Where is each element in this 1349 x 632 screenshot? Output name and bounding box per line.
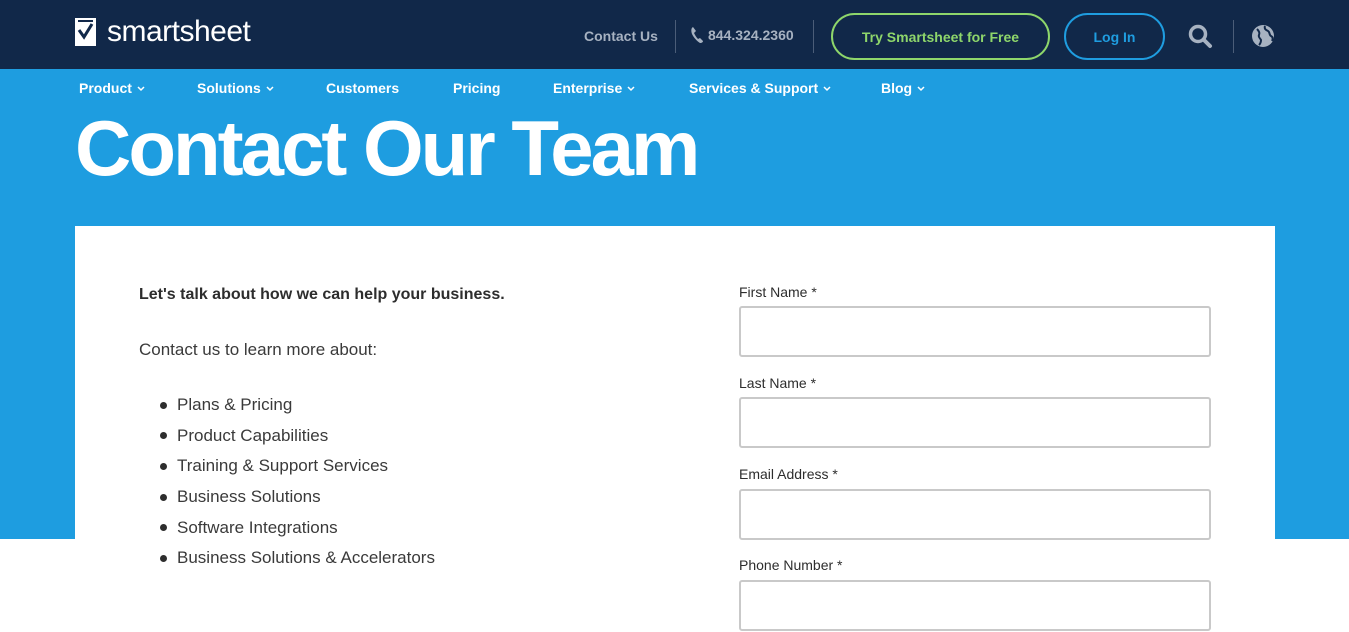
page-title: Contact Our Team [75, 104, 700, 192]
chevron-down-icon [917, 85, 925, 91]
intro-subhead: Contact us to learn more about: [139, 340, 378, 359]
divider [675, 20, 676, 53]
list-item-text: Product Capabilities [177, 425, 329, 445]
last-name-field[interactable] [739, 397, 1211, 448]
phone-icon [691, 27, 703, 43]
divider [813, 20, 814, 53]
list-item-text: Business Solutions & Accelerators [177, 548, 435, 568]
bullet-icon [160, 524, 167, 532]
phone-label: Phone Number * [739, 557, 843, 573]
nav-item-solutions[interactable]: Solutions [197, 80, 274, 96]
contact-card: Let's talk about how we can help your bu… [75, 226, 1275, 632]
nav-item-customers[interactable]: Customers [326, 80, 399, 96]
first-name-field[interactable] [739, 306, 1211, 357]
top-bar: smartsheet Contact Us 844.324.2360 Try S… [0, 0, 1349, 69]
login-button[interactable]: Log In [1064, 13, 1165, 60]
contact-us-link[interactable]: Contact Us [584, 28, 658, 44]
nav-item-label: Pricing [453, 80, 501, 96]
list-item: Training & Support Services [160, 451, 435, 482]
bullet-icon [160, 462, 167, 470]
smartsheet-logo-icon [75, 18, 96, 46]
nav-item-label: Customers [326, 80, 400, 96]
list-item: Plans & Pricing [160, 390, 435, 421]
nav-item-services-support[interactable]: Services & Support [689, 80, 831, 96]
nav-item-pricing[interactable]: Pricing [453, 80, 500, 96]
first-name-label: First Name * [739, 284, 817, 300]
topics-list: Plans & Pricing Product Capabilities Tra… [160, 390, 435, 574]
intro-headline: Let's talk about how we can help your bu… [139, 286, 505, 303]
bullet-icon [160, 493, 167, 501]
phone-field[interactable] [739, 580, 1211, 631]
chevron-down-icon [627, 85, 635, 91]
list-item-text: Business Solutions [177, 487, 321, 507]
list-item: Software Integrations [160, 512, 435, 543]
nav-item-label: Solutions [197, 80, 261, 96]
list-item-text: Plans & Pricing [177, 395, 293, 415]
bullet-icon [160, 554, 167, 562]
try-free-button[interactable]: Try Smartsheet for Free [831, 13, 1050, 60]
smartsheet-logo[interactable]: smartsheet [75, 15, 251, 48]
chevron-down-icon [266, 85, 274, 91]
phone-link[interactable]: 844.324.2360 [690, 26, 794, 44]
list-item-text: Training & Support Services [177, 456, 389, 476]
email-label: Email Address * [739, 466, 838, 482]
search-icon[interactable] [1188, 24, 1214, 50]
list-item-text: Software Integrations [177, 517, 338, 537]
nav-item-label: Blog [881, 80, 913, 96]
bullet-icon [160, 401, 167, 409]
chevron-down-icon [823, 85, 831, 91]
list-item: Product Capabilities [160, 421, 435, 452]
email-field[interactable] [739, 489, 1211, 540]
nav-item-product[interactable]: Product [79, 80, 145, 96]
list-item: Business Solutions [160, 482, 435, 513]
nav-item-blog[interactable]: Blog [881, 80, 925, 96]
list-item: Business Solutions & Accelerators [160, 543, 435, 574]
main-nav: Product Solutions Customers Pricing Ente… [0, 80, 1349, 100]
phone-number: 844.324.2360 [708, 27, 794, 43]
last-name-label: Last Name * [739, 375, 817, 391]
logo-text: smartsheet [107, 15, 251, 48]
divider [1233, 20, 1234, 53]
globe-icon[interactable] [1251, 24, 1275, 48]
bullet-icon [160, 432, 167, 440]
nav-item-label: Product [79, 80, 132, 96]
nav-item-label: Services & Support [689, 80, 819, 96]
nav-item-enterprise[interactable]: Enterprise [553, 80, 635, 96]
nav-item-label: Enterprise [553, 80, 623, 96]
chevron-down-icon [137, 85, 145, 91]
